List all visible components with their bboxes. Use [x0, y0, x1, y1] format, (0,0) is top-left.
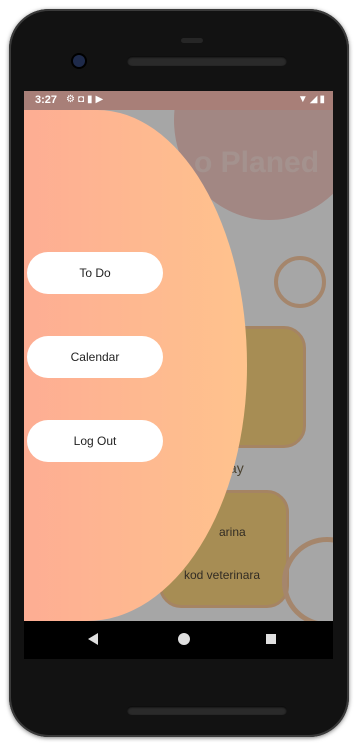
status-left-icons: ⚙◘▮▶ [66, 94, 106, 105]
sd-card-icon: ▮ [87, 94, 96, 105]
home-icon[interactable] [178, 633, 190, 645]
status-time: 3:27 [35, 94, 58, 106]
square-icon: ◘ [77, 94, 88, 105]
gear-icon: ⚙ [66, 94, 78, 105]
logout-button[interactable]: Log Out [27, 420, 163, 462]
play-icon: ▶ [95, 94, 107, 105]
calendar-button[interactable]: Calendar [27, 336, 163, 378]
battery-icon: ▮ [319, 94, 327, 105]
status-right-icons: ▼◢▮ [298, 94, 327, 105]
earpiece-speaker [127, 56, 287, 66]
front-camera-icon [73, 55, 85, 67]
app-screen: o Planed ay arina kod veterinara 3:27 ⚙◘… [24, 91, 333, 621]
todo-button[interactable]: To Do [27, 252, 163, 294]
recents-icon[interactable] [266, 634, 276, 644]
system-nav-bar [24, 621, 333, 659]
status-bar: 3:27 ⚙◘▮▶ ▼◢▮ [24, 91, 333, 110]
wifi-icon: ▼ [297, 94, 310, 105]
bottom-speaker [127, 706, 287, 715]
back-icon[interactable] [88, 633, 98, 645]
proximity-sensor [181, 38, 203, 43]
